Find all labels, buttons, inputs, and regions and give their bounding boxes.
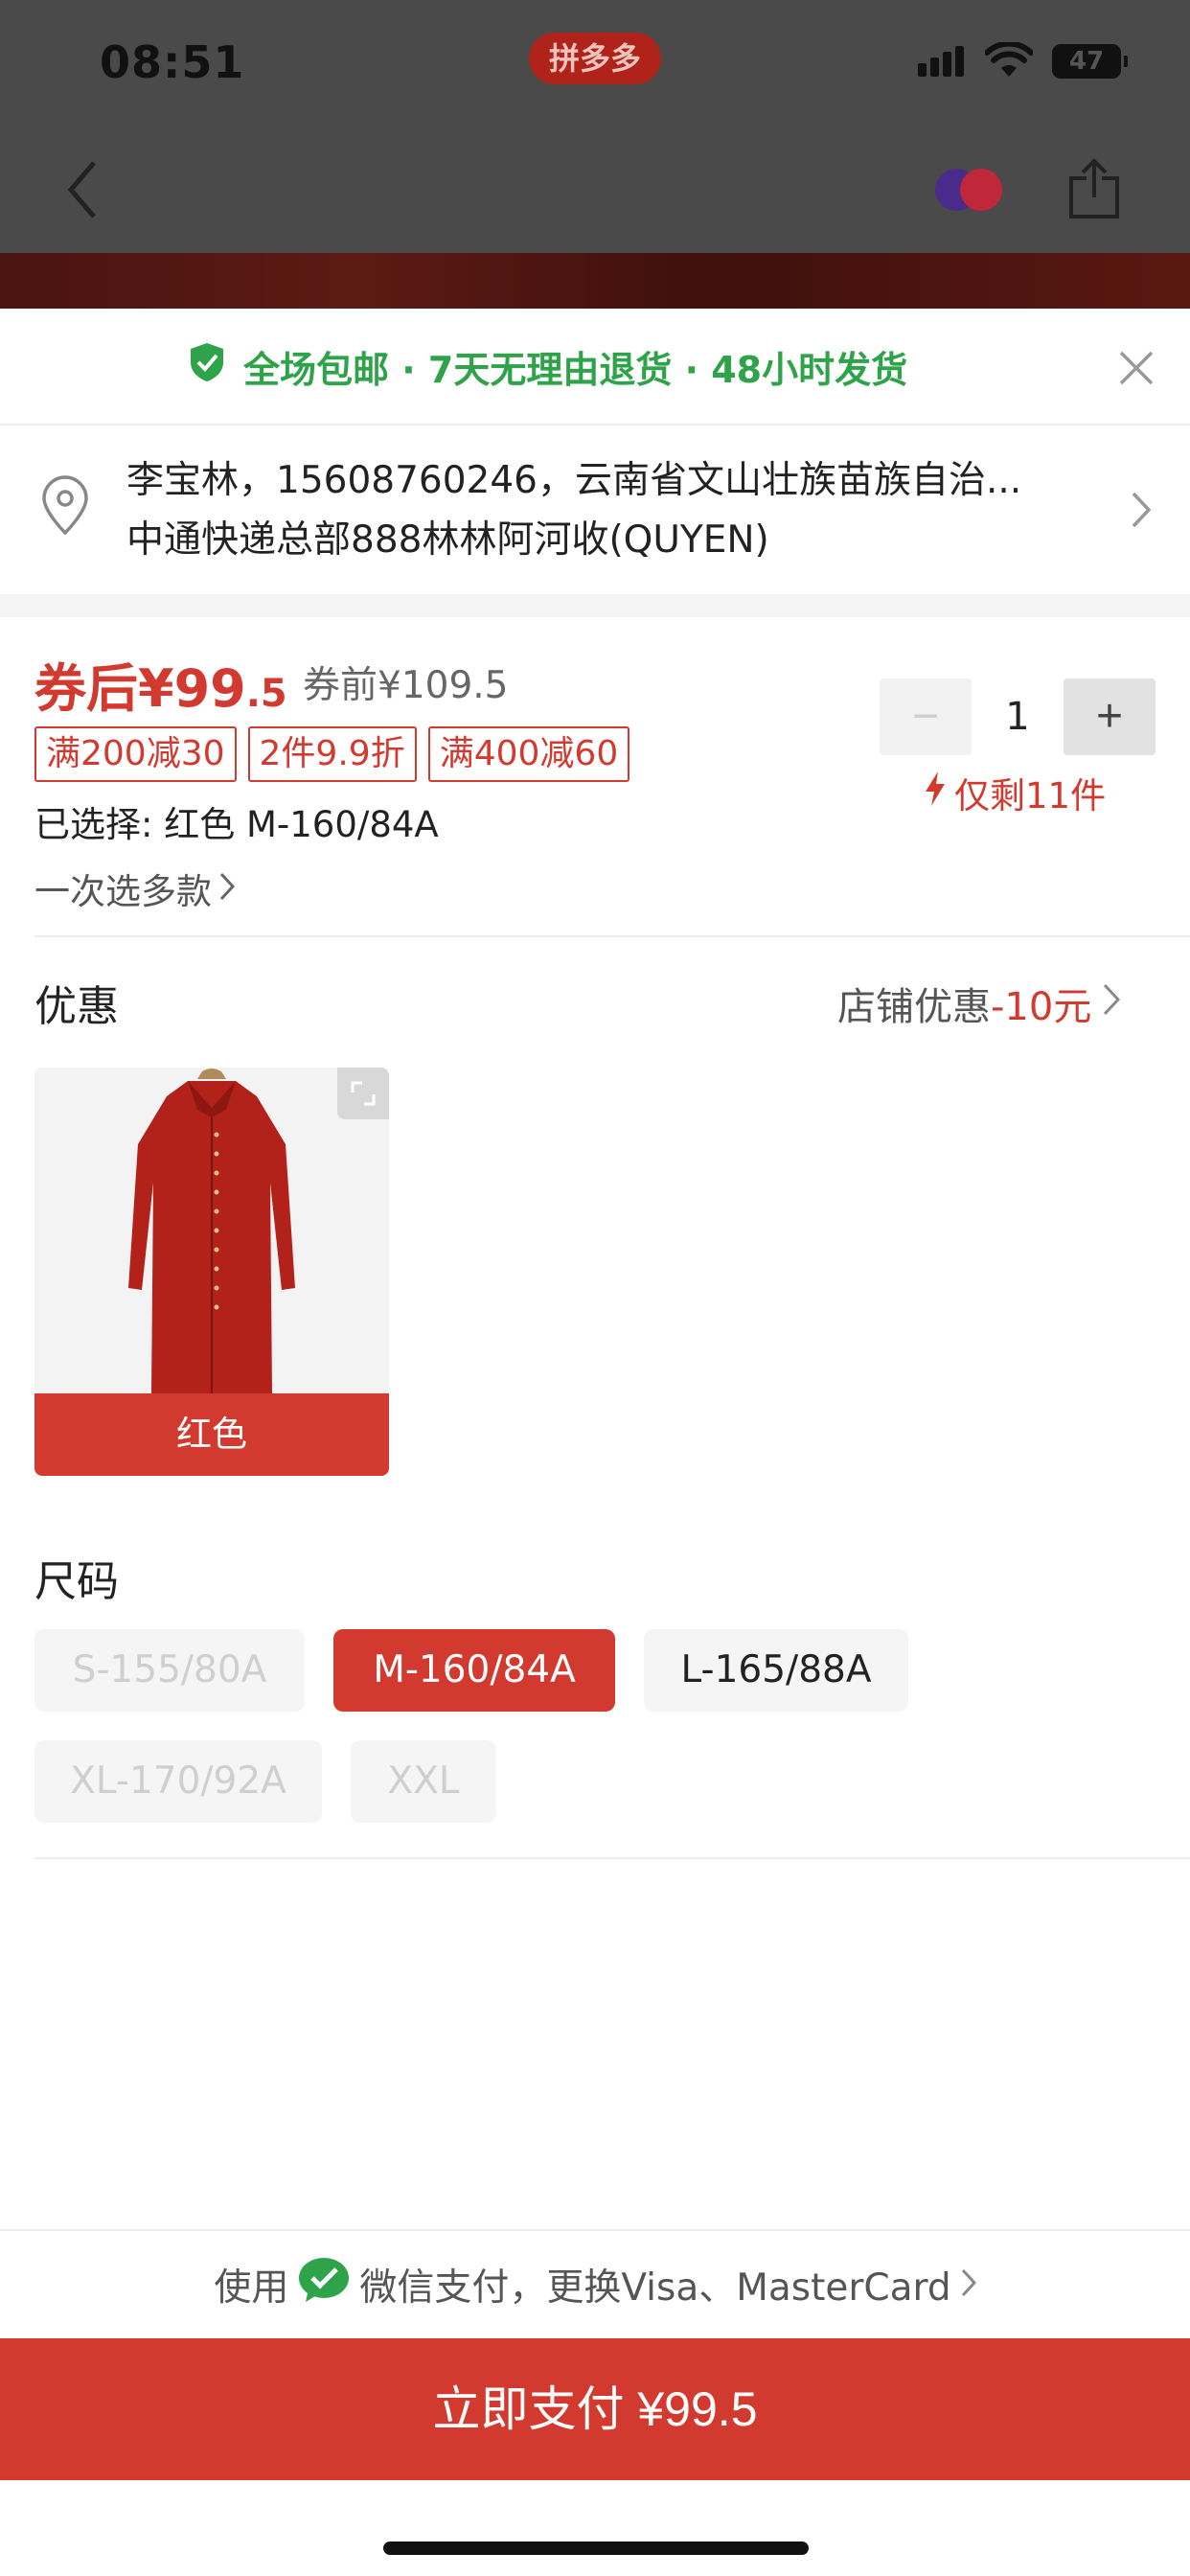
quantity-decrease-button[interactable]: − — [880, 678, 972, 755]
size-option-m[interactable]: M-160/84A — [333, 1629, 615, 1712]
back-arrow-icon[interactable] — [67, 161, 96, 222]
cellular-signal-icon — [918, 46, 968, 77]
address-recipient: 李宝林，15608760246，云南省文山壮族苗族自治... — [126, 459, 1022, 502]
size-option-s[interactable]: S-155/80A — [34, 1629, 305, 1712]
size-option-xl[interactable]: XL-170/92A — [34, 1740, 322, 1823]
mini-avatar-icon[interactable] — [935, 169, 1019, 215]
selected-sku: 已选择: 红色 M-160/84A — [34, 804, 439, 845]
divider — [34, 935, 1190, 937]
chevron-right-icon — [1103, 981, 1121, 1025]
coupon-tag: 满200减30 — [34, 726, 237, 782]
chevron-right-icon — [219, 868, 236, 909]
close-icon[interactable] — [1117, 349, 1156, 391]
coupon-tag: 满400减60 — [427, 726, 630, 782]
size-option-l[interactable]: L-165/88A — [644, 1629, 908, 1712]
pay-now-button[interactable]: 立即支付 ¥99.5 — [0, 2338, 1190, 2480]
store-discount-link[interactable]: 店铺优惠 -10元 — [837, 976, 1121, 1031]
price-before-coupon: 券前¥109.5 — [303, 664, 509, 707]
coupon-tag: 2件9.9折 — [247, 726, 417, 782]
color-option-label: 红色 — [34, 1393, 389, 1476]
chevron-right-icon — [1131, 491, 1152, 533]
address-detail: 中通快递总部888林林阿河收(QUYEN) — [126, 518, 769, 562]
background-product-image — [0, 253, 1190, 309]
chevron-right-icon — [961, 2264, 976, 2307]
home-indicator[interactable] — [383, 2542, 809, 2555]
size-heading: 尺码 — [34, 1557, 119, 1606]
quantity-increase-button[interactable]: + — [1064, 678, 1156, 755]
app-badge: 拼多多 — [529, 33, 661, 84]
divider — [34, 1857, 1190, 1859]
stock-warning: 仅剩11件 — [924, 767, 1106, 818]
sku-selection-sheet: 全场包邮 · 7天无理由退货 · 48小时发货 李宝林，15608760246，… — [0, 309, 1190, 2576]
status-time: 08:51 — [100, 36, 245, 88]
wifi-icon — [984, 40, 1034, 82]
discount-heading: 优惠 — [34, 982, 119, 1031]
promo-text: 全场包邮 · 7天无理由退货 · 48小时发货 — [243, 348, 908, 391]
section-separator — [0, 594, 1190, 617]
battery-icon: 47 — [1052, 44, 1128, 79]
price-after-coupon: 券后¥99.5 — [34, 658, 287, 719]
multi-select-link[interactable]: 一次选多款 — [34, 862, 236, 914]
shipping-address[interactable]: 李宝林，15608760246，云南省文山壮族苗族自治... 中通快递总部888… — [0, 427, 1190, 594]
quantity-value[interactable]: 1 — [972, 678, 1064, 755]
size-option-xxl[interactable]: XXL — [351, 1740, 496, 1823]
shield-check-icon — [188, 341, 226, 392]
share-icon[interactable] — [1065, 157, 1123, 224]
expand-icon[interactable] — [337, 1068, 389, 1119]
location-pin-icon — [38, 475, 92, 540]
lightning-icon — [924, 770, 947, 816]
service-promo-bar: 全场包邮 · 7天无理由退货 · 48小时发货 — [0, 309, 1190, 426]
wechat-pay-icon — [298, 2257, 350, 2312]
product-thumbnail — [34, 1068, 389, 1393]
status-bar: 08:51 拼多多 47 — [0, 0, 1190, 129]
payment-method-selector[interactable]: 使用 微信支付，更换Visa、MasterCard — [0, 2229, 1190, 2338]
coupon-tags: 满200减30 2件9.9折 满400减60 — [34, 726, 641, 782]
color-option-red[interactable]: 红色 — [34, 1068, 389, 1476]
